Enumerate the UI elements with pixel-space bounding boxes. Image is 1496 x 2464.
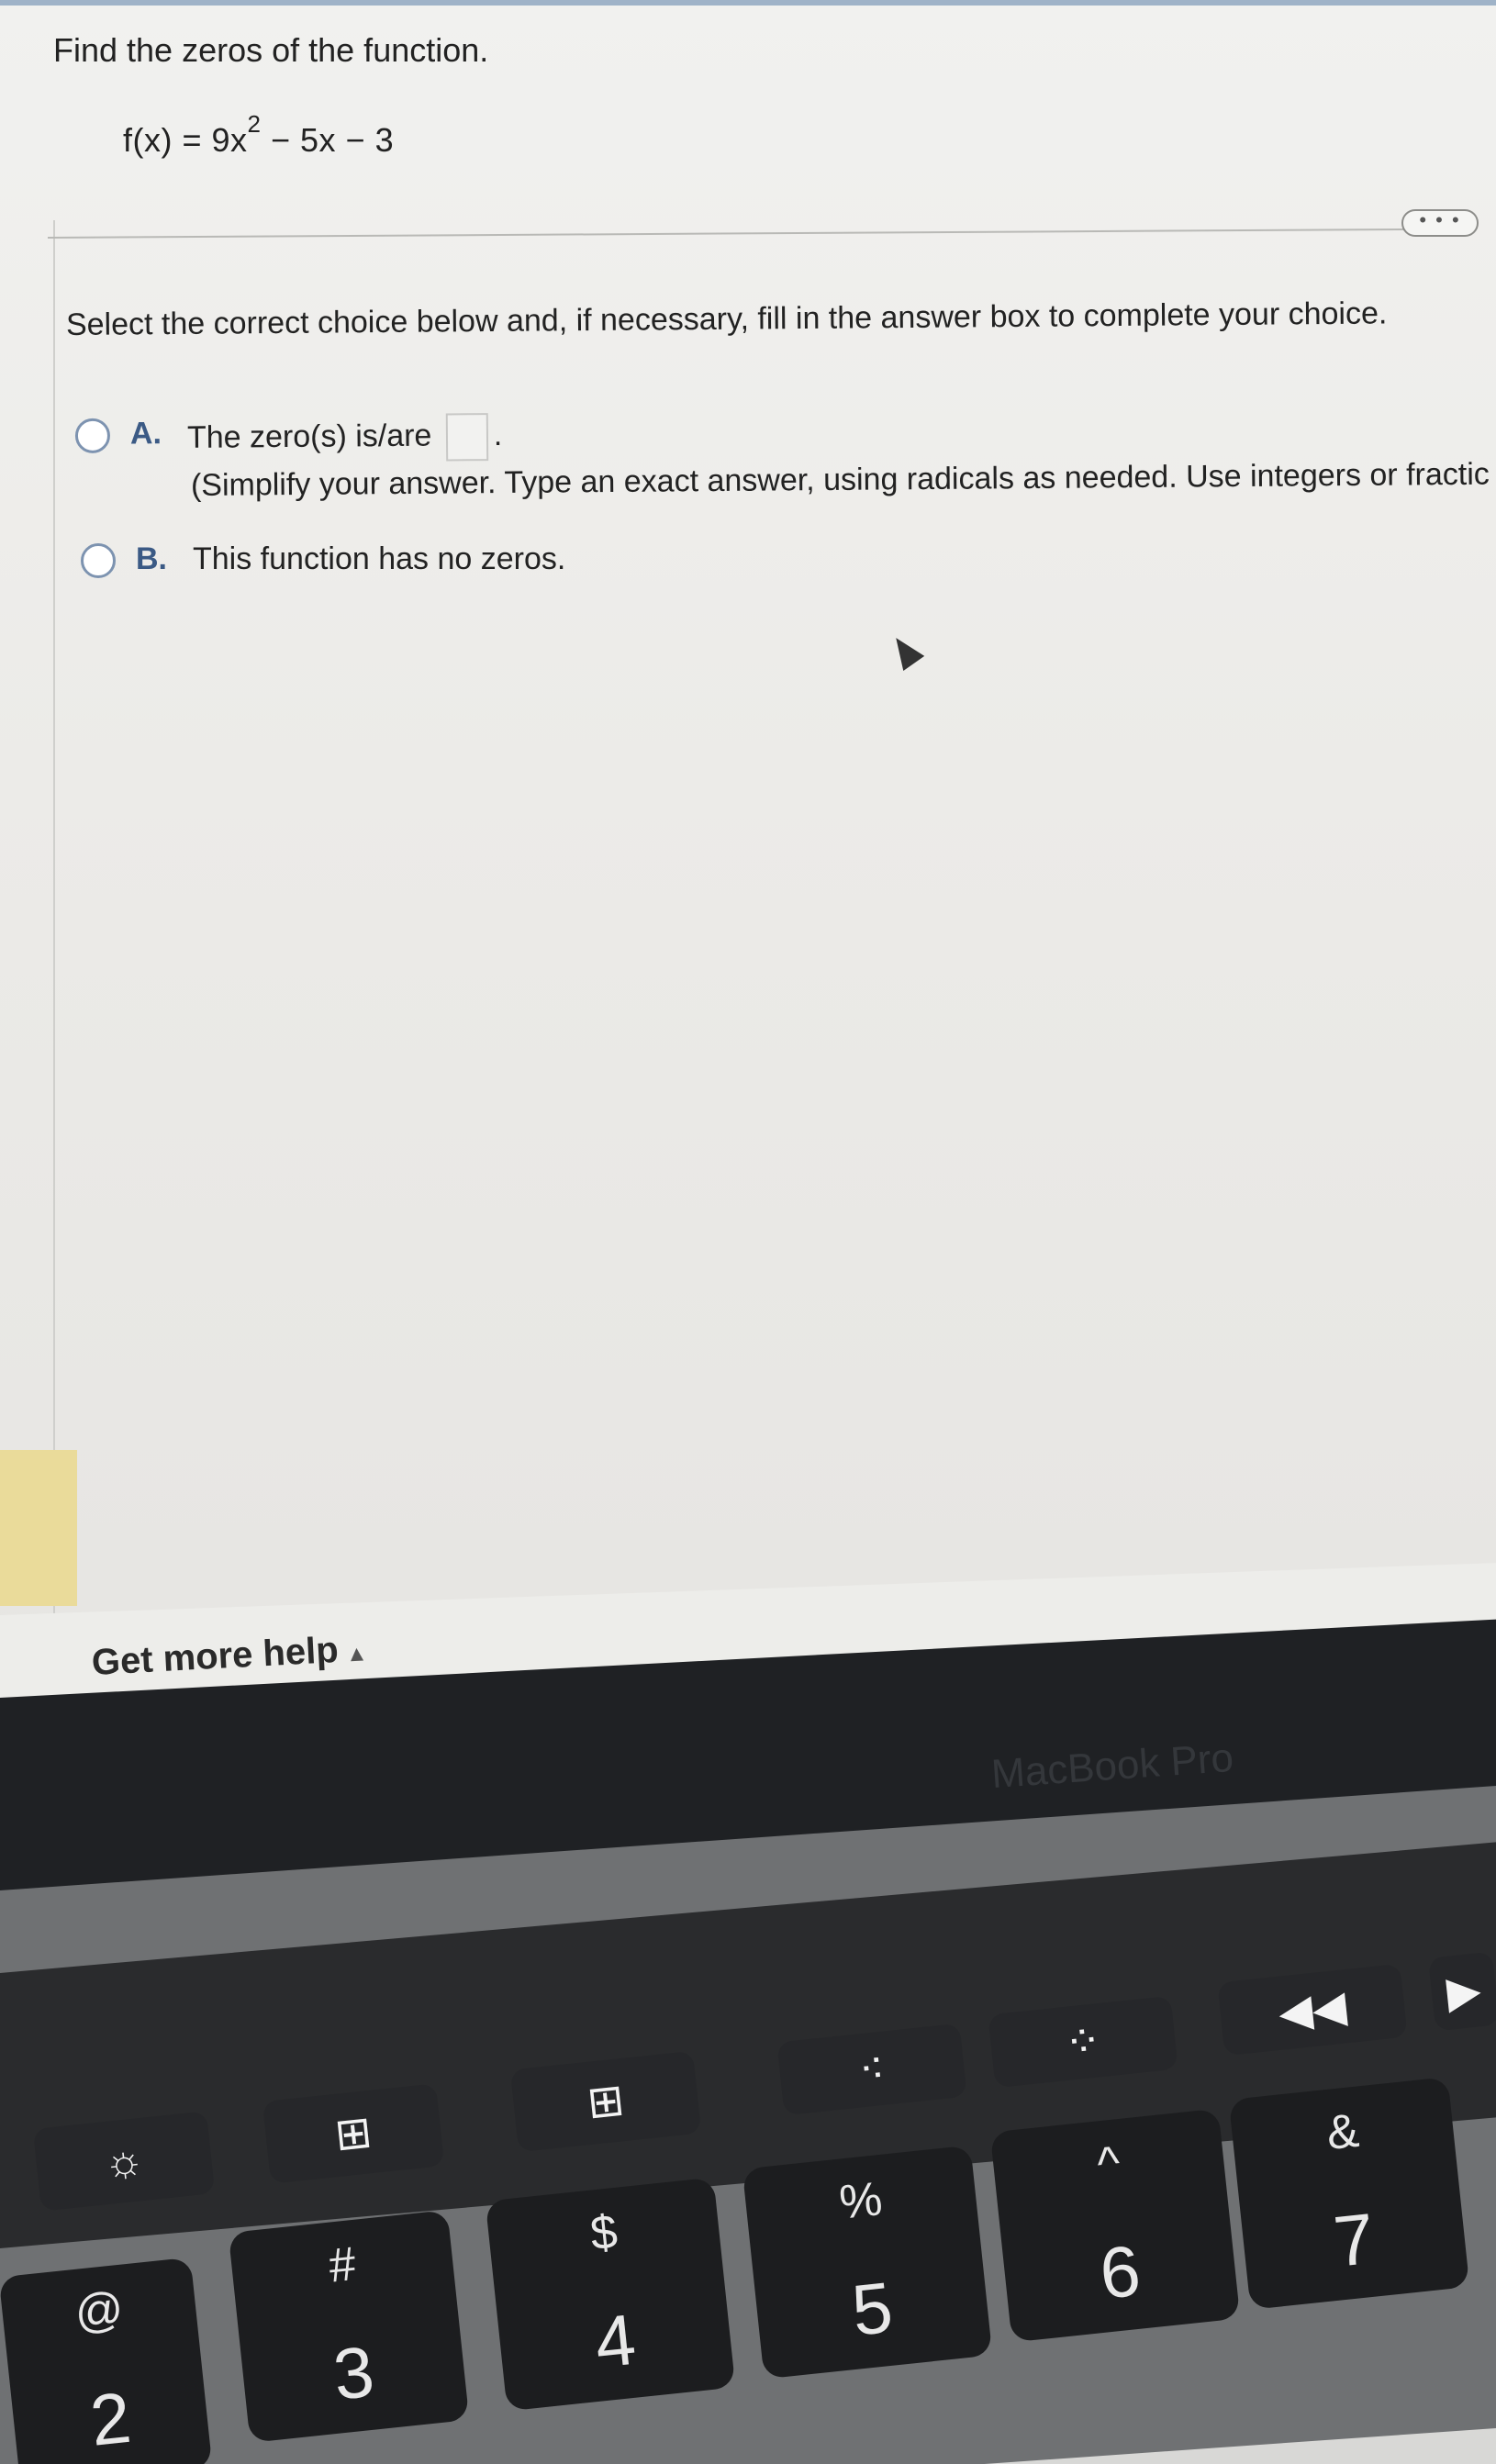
key-6-main: 6 [1096,2229,1144,2314]
choice-a-radio[interactable] [74,418,111,453]
top-strip [0,0,1496,6]
choice-a-text: The zero(s) is/are . [187,413,503,463]
choice-a-suffix: . [493,417,503,453]
caret-up-icon: ▲ [345,1641,369,1667]
key-2-shift: @ [72,2281,127,2340]
key-6-shift: ^ [1094,2136,1123,2192]
key-7-shift: & [1323,2103,1362,2161]
photo-stage: Find the zeros of the function. f(x) = 9… [0,0,1496,2464]
key-2-main: 2 [86,2376,135,2461]
key-3-main: 3 [329,2330,378,2415]
key-7[interactable]: & 7 [1228,2077,1470,2310]
more-options-button[interactable]: • • • [1401,209,1479,237]
equation-rhs: − 5x − 3 [261,121,395,159]
equation-lhs: f(x) = 9x [123,121,248,159]
key-4-main: 4 [591,2298,640,2383]
choice-a-hint: (Simplify your answer. Type an exact ans… [190,456,1490,503]
key-7-main: 7 [1330,2197,1379,2282]
play-icon[interactable]: ▶ [1428,1951,1496,2032]
choice-b-radio[interactable] [81,543,116,578]
key-6[interactable]: ^ 6 [989,2108,1241,2343]
choice-b[interactable]: B. This function has no zeros. [81,541,565,578]
key-2[interactable]: @ 2 [0,2257,213,2464]
key-3-shift: # [326,2237,359,2293]
side-panel [0,1450,77,1606]
screen: Find the zeros of the function. f(x) = 9… [0,0,1496,1725]
choice-a-label: The zero(s) is/are [186,418,432,455]
choice-b-text: This function has no zeros. [193,541,566,576]
key-5[interactable]: % 5 [742,2145,993,2380]
key-3[interactable]: # 3 [228,2210,470,2443]
answer-input[interactable] [445,413,489,462]
key-5-main: 5 [848,2266,897,2351]
choice-b-letter: B. [136,541,167,576]
choice-a-letter: A. [129,416,162,452]
equation-exponent: 2 [247,110,262,138]
function-equation: f(x) = 9x2 − 5x − 3 [123,110,395,160]
section-divider [47,228,1452,239]
instruction-text: Select the correct choice below and, if … [65,295,1388,342]
question-title: Find the zeros of the function. [53,31,489,69]
choice-a[interactable]: A. The zero(s) is/are . [74,413,503,464]
key-5-shift: % [836,2172,886,2230]
key-4-shift: $ [587,2205,620,2261]
key-4[interactable]: $ 4 [485,2177,736,2412]
panel-border [53,220,55,1615]
mouse-cursor-icon [885,630,925,671]
